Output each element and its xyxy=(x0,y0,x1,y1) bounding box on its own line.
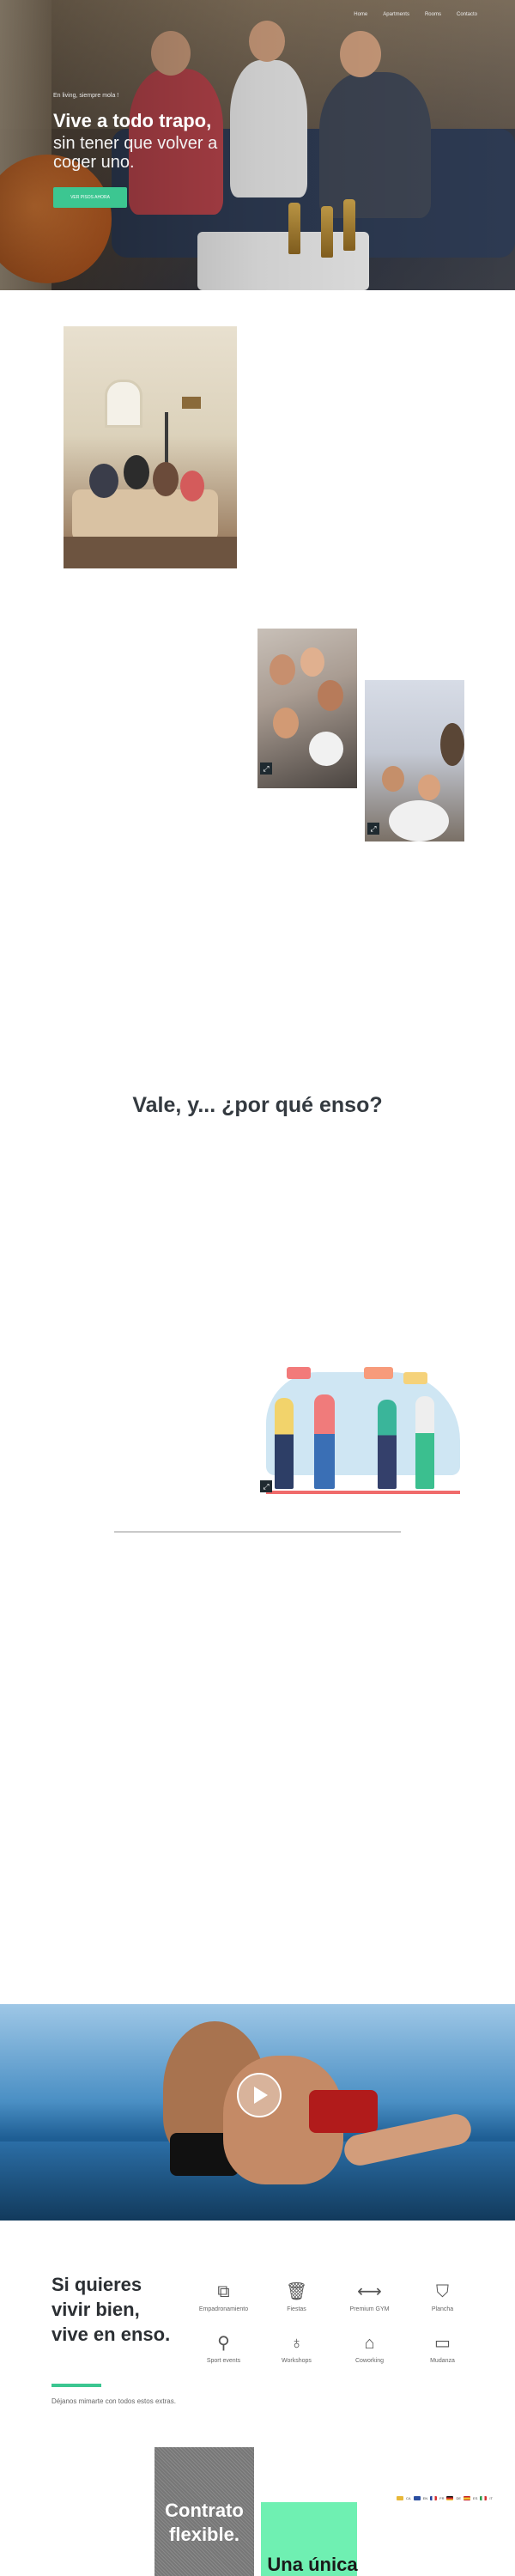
feature-label: Mudanza xyxy=(430,2358,455,2364)
nav-item-home[interactable]: Home xyxy=(354,12,367,24)
section-heading-why: Vale, y... ¿por qué enso? xyxy=(132,1092,383,1117)
language-code[interactable]: CA xyxy=(406,2496,411,2500)
photo-wall-frame xyxy=(182,397,201,409)
language-code[interactable]: FR xyxy=(439,2496,444,2500)
illustration-ground xyxy=(266,1491,460,1494)
features-accent-line xyxy=(52,2384,101,2387)
speech-bubble xyxy=(403,1372,427,1384)
features-title: Si quieres vivir bien, vive en enso. xyxy=(52,2274,171,2345)
flag-icon[interactable] xyxy=(480,2496,488,2500)
microphone-icon: ♁ xyxy=(290,2334,303,2353)
friends-photo-left xyxy=(258,629,357,788)
dumbbell-icon: ⟷ xyxy=(357,2282,382,2301)
photo-face xyxy=(300,647,324,677)
trash-icon: 🗑 xyxy=(285,2282,308,2301)
card-flexible-contract: Contrato flexible. xyxy=(154,2447,254,2576)
top-nav: Home Apartments Rooms Contacto xyxy=(354,12,515,24)
photo-face xyxy=(270,654,295,685)
speech-bubble xyxy=(364,1367,393,1379)
illustration-person xyxy=(415,1396,434,1489)
card-title: Una única xyxy=(267,2554,358,2575)
flag-icon[interactable] xyxy=(430,2496,438,2500)
language-code[interactable]: ES xyxy=(473,2496,477,2500)
feature-item: ▭ Mudanza xyxy=(406,2332,479,2364)
photo-floor xyxy=(64,537,237,568)
feature-label: Plancha xyxy=(431,2306,454,2312)
photo-face xyxy=(309,732,343,766)
photo-face xyxy=(418,775,440,800)
card-single: Una única xyxy=(261,2502,358,2576)
illustration-person xyxy=(314,1394,335,1489)
photo-window xyxy=(105,380,142,428)
hero-title: Vive a todo trapo, xyxy=(53,110,212,131)
expand-icon[interactable]: ⤢ xyxy=(367,823,379,835)
flag-icon[interactable] xyxy=(397,2496,403,2500)
illustration-person xyxy=(275,1398,294,1489)
photo-face xyxy=(318,680,343,711)
feature-item: ♁ Workshops xyxy=(260,2332,333,2364)
shirt-icon: ⛉ xyxy=(436,2282,449,2301)
photo-face xyxy=(440,723,464,766)
living-room-photo xyxy=(64,326,237,568)
cta-button[interactable]: VER PISOS AHORA xyxy=(53,187,127,208)
friends-photo-right xyxy=(365,680,464,841)
expand-icon[interactable]: ⤢ xyxy=(260,762,272,775)
feature-item: ⌂ Coworking xyxy=(333,2332,406,2364)
photo-face xyxy=(273,708,299,738)
copy-icon: ⧉ xyxy=(217,2282,230,2301)
expand-icon[interactable]: ⤢ xyxy=(260,1480,272,1492)
hero-subtitle: sin tener que volver a coger uno. xyxy=(53,134,218,172)
photo-person xyxy=(153,462,179,496)
play-button[interactable] xyxy=(237,2073,282,2117)
illustration-person xyxy=(378,1400,397,1489)
section-divider xyxy=(114,1531,401,1533)
photo-person xyxy=(180,471,204,501)
photo-face xyxy=(382,766,404,792)
language-code[interactable]: EN xyxy=(423,2496,428,2500)
racket-icon: ⚲ xyxy=(217,2334,230,2353)
photo-person xyxy=(89,464,118,498)
speech-bubble xyxy=(287,1367,311,1379)
photo-person xyxy=(124,455,149,489)
flag-icon[interactable] xyxy=(413,2496,421,2500)
feature-item: ⚲ Sport events xyxy=(187,2332,260,2364)
feature-label: Fiestas xyxy=(287,2306,306,2312)
banner-shorts-red xyxy=(309,2090,378,2133)
language-switcher: CA EN FR DE ES IT xyxy=(397,2496,493,2500)
language-code[interactable]: IT xyxy=(489,2496,493,2500)
card-title: Contrato flexible. xyxy=(165,2500,244,2545)
nav-item-contacto[interactable]: Contacto xyxy=(457,12,477,24)
nav-item-rooms[interactable]: Rooms xyxy=(425,12,441,24)
features-subtitle: Déjanos mimarte con todos estos extras. xyxy=(52,2397,176,2405)
feature-item: ⛉ Plancha xyxy=(406,2281,479,2312)
hero-eyebrow: En living, siempre mola ! xyxy=(53,93,119,99)
flag-icon[interactable] xyxy=(446,2496,454,2500)
photo-face xyxy=(389,800,449,841)
briefcase-icon: ▭ xyxy=(434,2334,451,2353)
desk-icon: ⌂ xyxy=(364,2334,375,2353)
feature-item: 🗑 Fiestas xyxy=(260,2281,333,2312)
feature-item: ⧉ Empadronamiento xyxy=(187,2281,260,2312)
feature-label: Premium GYM xyxy=(349,2306,390,2312)
feature-item: ⟷ Premium GYM xyxy=(333,2281,406,2312)
language-code[interactable]: DE xyxy=(456,2496,461,2500)
play-icon xyxy=(254,2087,268,2104)
people-illustration xyxy=(258,1355,460,1496)
nav-item-apartments[interactable]: Apartments xyxy=(383,12,409,24)
feature-label: Empadronamiento xyxy=(198,2306,249,2312)
feature-label: Workshops xyxy=(282,2358,312,2364)
feature-label: Coworking xyxy=(354,2358,385,2364)
flag-icon[interactable] xyxy=(464,2496,471,2500)
feature-label: Sport events xyxy=(206,2358,241,2364)
